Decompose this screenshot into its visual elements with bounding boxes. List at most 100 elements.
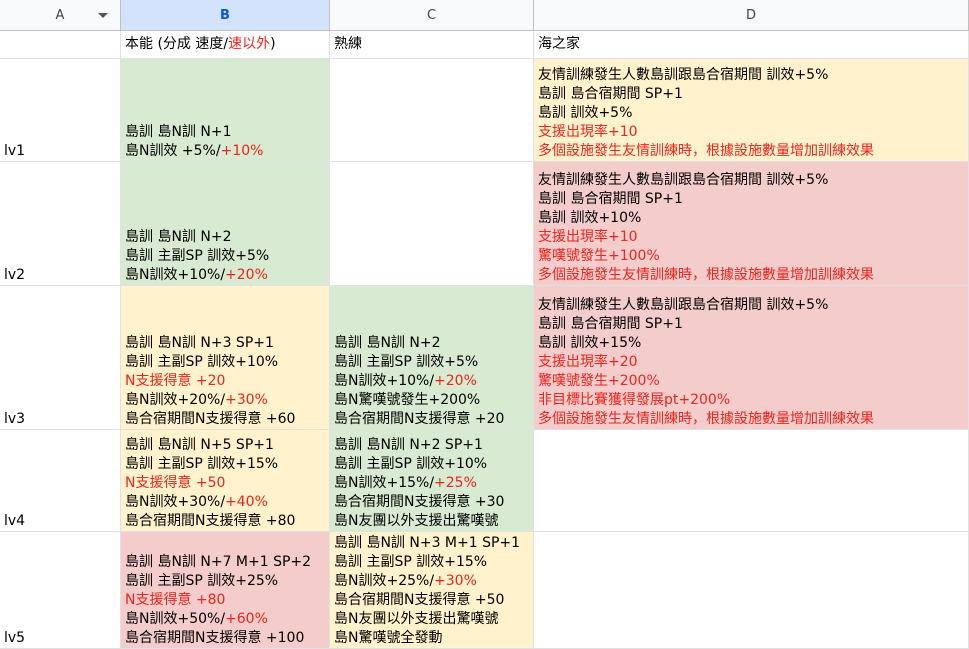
cell-text: 島訓 主副SP 訓效+10% <box>125 354 279 370</box>
cell-text: 島訓 主副SP 訓效+5% <box>334 354 479 370</box>
cell-text: 島合宿期間N支援得意 +20 <box>334 411 505 427</box>
cell-line: 島訓 訓效+15% <box>538 334 965 353</box>
cell-text: 友情訓練發生人數島訓跟島合宿期間 訓效+5% <box>538 172 829 188</box>
cell-text: 友情訓練發生人數島訓跟島合宿期間 訓效+5% <box>538 67 829 83</box>
row-label-cell[interactable]: lv4 <box>0 430 121 532</box>
cell-line: 島N訓效+10%/+20% <box>334 372 530 391</box>
cell-b-lv4[interactable]: 島訓 島N訓 N+5 SP+1 島訓 主副SP 訓效+15% N支援得意 +50 島N… <box>121 430 330 532</box>
cell-text: 島合宿期間N支援得意 +80 <box>125 513 296 529</box>
cell-text-red: +20% <box>434 373 477 389</box>
row-label: lv1 <box>4 143 26 159</box>
cell-text: 島訓 訓效+5% <box>538 105 633 121</box>
cell-line: 島訓 島合宿期間 SP+1 <box>538 190 965 209</box>
cell-line: 支援出現率+10 <box>538 123 965 142</box>
cell-b-lv1[interactable]: 島訓 島N訓 N+1 島N訓效 +5%/+10% <box>121 59 330 162</box>
cell-text: 島訓 主副SP 訓效+5% <box>125 248 270 264</box>
cell-text-red: 多個設施發生友情訓練時，根據設施數量增加訓練效果 <box>538 411 874 427</box>
cell-line: 驚嘆號發生+200% <box>538 372 965 391</box>
cell-line: 島訓 島N訓 N+2 <box>334 334 530 353</box>
column-header-b[interactable]: B <box>121 0 330 31</box>
cell-text: 島訓 島N訓 N+2 SP+1 <box>334 437 483 453</box>
header-text-red: 速以外 <box>228 36 271 52</box>
cell-d1[interactable]: 海之家 <box>534 31 969 59</box>
cell-text-red: N支援得意 +80 <box>125 592 226 608</box>
cell-line: 島訓 島N訓 N+3 M+1 SP+1 <box>334 534 530 553</box>
cell-b-lv2[interactable]: 島訓 島N訓 N+2 島訓 主副SP 訓效+5% 島N訓效+10%/+20% <box>121 162 330 286</box>
cell-b-lv3[interactable]: 島訓 島N訓 N+3 SP+1 島訓 主副SP 訓效+10% N支援得意 +20 島N… <box>121 286 330 430</box>
cell-line: 島合宿期間N支援得意 +60 <box>125 410 326 429</box>
cell-text: 島訓 島N訓 N+1 <box>125 124 232 140</box>
cell-text: 島訓 訓效+15% <box>538 335 642 351</box>
column-header-d[interactable]: D <box>534 0 969 31</box>
row-label-cell[interactable]: lv5 <box>0 532 121 649</box>
cell-text: 島N訓效+10%/ <box>125 267 226 283</box>
row-label-cell[interactable]: lv3 <box>0 286 121 430</box>
cell-text: 島N訓效+50%/ <box>125 611 226 627</box>
cell-b1[interactable]: 本能 (分成 速度/速以外) <box>121 31 330 59</box>
row-label: lv3 <box>4 411 26 427</box>
cell-c-lv1[interactable] <box>330 59 534 162</box>
cell-text: 島訓 島N訓 N+3 M+1 SP+1 <box>334 535 521 551</box>
cell-line: 島N訓效 +5%/+10% <box>125 142 326 161</box>
cell-d-lv2[interactable]: 友情訓練發生人數島訓跟島合宿期間 訓效+5% 島訓 島合宿期間 SP+1 島訓 訓效… <box>534 162 969 286</box>
cell-text: 島N驚嘆號發生+200% <box>334 392 481 408</box>
row-label-cell[interactable]: lv1 <box>0 59 121 162</box>
cell-d-lv4[interactable] <box>534 430 969 532</box>
cell-text: 島訓 主副SP 訓效+25% <box>125 573 279 589</box>
cell-text-red: +10% <box>220 143 264 159</box>
row-label-cell[interactable]: lv2 <box>0 162 121 286</box>
cell-text: 本能 (分成 速度/速以外) <box>125 35 326 54</box>
cell-a1[interactable] <box>0 31 121 59</box>
cell-text-red: 支援出現率+10 <box>538 124 638 140</box>
cell-text-red: 支援出現率+20 <box>538 354 638 370</box>
cell-text: 島訓 島合宿期間 SP+1 <box>538 86 683 102</box>
cell-d-lv3[interactable]: 友情訓練發生人數島訓跟島合宿期間 訓效+5% 島訓 島合宿期間 SP+1 島訓 訓效… <box>534 286 969 430</box>
cell-c1[interactable]: 熟練 <box>330 31 534 59</box>
cell-text-red: +40% <box>225 494 268 510</box>
cell-line: 島N訓效+30%/+40% <box>125 493 326 512</box>
cell-c-lv2[interactable] <box>330 162 534 286</box>
cell-text-red: 多個設施發生友情訓練時，根據設施數量增加訓練效果 <box>538 267 874 283</box>
cell-text: 島合宿期間N支援得意 +30 <box>334 494 505 510</box>
cell-line: 島訓 主副SP 訓效+5% <box>125 247 326 266</box>
cell-line: 島訓 主副SP 訓效+15% <box>334 553 530 572</box>
cell-d-lv5[interactable] <box>534 532 969 649</box>
column-header-label: C <box>426 7 437 23</box>
cell-line: 多個設施發生友情訓練時，根據設施數量增加訓練效果 <box>538 410 965 429</box>
header-text: ) <box>270 36 276 52</box>
cell-d-lv1[interactable]: 友情訓練發生人數島訓跟島合宿期間 訓效+5% 島訓 島合宿期間 SP+1 島訓 訓效… <box>534 59 969 162</box>
column-header-label: A <box>55 7 65 23</box>
cell-line: 友情訓練發生人數島訓跟島合宿期間 訓效+5% <box>538 66 965 85</box>
cell-line: 島訓 島N訓 N+3 SP+1 <box>125 334 326 353</box>
cell-text-red: 多個設施發生友情訓練時，根據設施數量增加訓練效果 <box>538 143 874 159</box>
header-text: 本能 (分成 速度/ <box>125 36 229 52</box>
cell-text-red: 驚嘆號發生+100% <box>538 248 660 264</box>
cell-line: 島訓 主副SP 訓效+5% <box>334 353 530 372</box>
column-header-a[interactable]: A <box>0 0 121 31</box>
cell-b-lv5[interactable]: 島訓 島N訓 N+7 M+1 SP+2 島訓 主副SP 訓效+25% N支援得意 +… <box>121 532 330 649</box>
column-header-c[interactable]: C <box>330 0 534 31</box>
cell-line: 島訓 訓效+5% <box>538 104 965 123</box>
cell-c-lv4[interactable]: 島訓 島N訓 N+2 SP+1 島訓 主副SP 訓效+10% 島N訓效+15%/+2… <box>330 430 534 532</box>
cell-text-red: +25% <box>434 475 477 491</box>
cell-text: 友情訓練發生人數島訓跟島合宿期間 訓效+5% <box>538 297 829 313</box>
cell-line: 島訓 島合宿期間 SP+1 <box>538 315 965 334</box>
cell-line: 多個設施發生友情訓練時，根據設施數量增加訓練效果 <box>538 266 965 285</box>
cell-text: 島訓 島合宿期間 SP+1 <box>538 191 683 207</box>
column-header-label: B <box>220 7 230 23</box>
cell-line: 島訓 訓效+10% <box>538 209 965 228</box>
cell-line: 島訓 主副SP 訓效+10% <box>125 353 326 372</box>
cell-text-red: 支援出現率+10 <box>538 229 638 245</box>
cell-text: 島N訓效+15%/ <box>334 475 435 491</box>
cell-line: 島訓 主副SP 訓效+15% <box>125 455 326 474</box>
cell-text: 島N訓效+20%/ <box>125 392 226 408</box>
cell-c-lv3[interactable]: 島訓 島N訓 N+2 島訓 主副SP 訓效+5% 島N訓效+10%/+20% 島N驚嘆… <box>330 286 534 430</box>
cell-text-red: +30% <box>225 392 268 408</box>
cell-line: 島訓 主副SP 訓效+25% <box>125 572 326 591</box>
chevron-down-icon[interactable] <box>98 13 108 18</box>
cell-text: 熟練 <box>334 36 362 52</box>
cell-text: 島訓 島N訓 N+3 SP+1 <box>125 335 274 351</box>
cell-c-lv5[interactable]: 島訓 島N訓 N+3 M+1 SP+1 島訓 主副SP 訓效+15% 島N訓效+25… <box>330 532 534 649</box>
cell-text-red: N支援得意 +50 <box>125 475 226 491</box>
cell-line: 島N驚嘆號全發動 <box>334 629 530 648</box>
